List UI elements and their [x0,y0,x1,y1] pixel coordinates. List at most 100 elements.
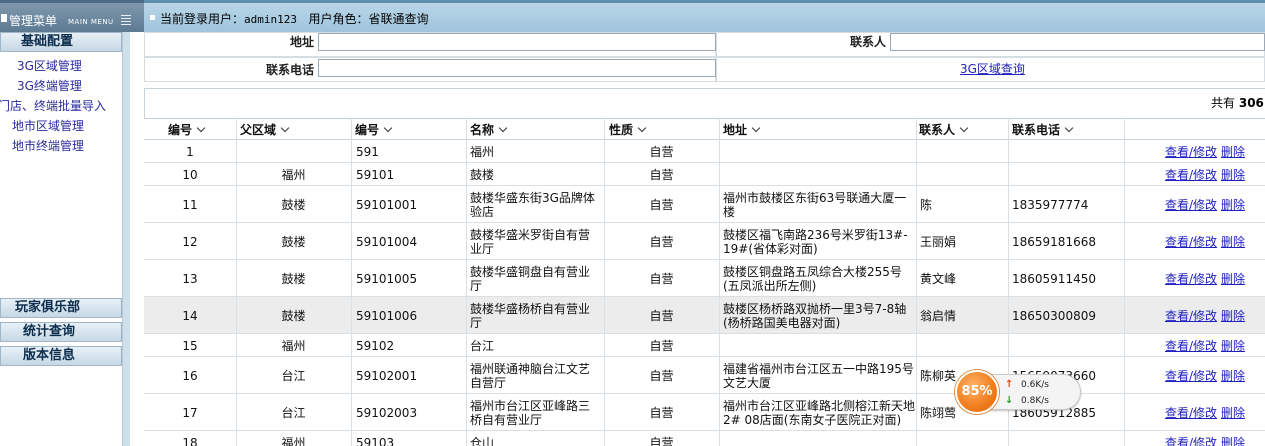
cell-name: 鼓楼华盛铜盘自有营业厅 [470,264,591,293]
sidebar-section-version[interactable]: 版本信息 [0,346,122,366]
view-edit-link[interactable]: 查看/修改 [1165,369,1217,383]
cell-code: 59102003 [356,405,418,420]
table-row[interactable]: 10 福州 59101 鼓楼 自营 查看/修改 删除 [144,163,1265,186]
table-row[interactable]: 16 台江 59102001 福州联通神脑台江文艺自营厅 自营 福建省福州市台江区五一中路… [144,357,1265,394]
delete-link[interactable]: 删除 [1221,198,1245,212]
delete-link[interactable]: 删除 [1221,369,1245,383]
cell-code: 59101001 [356,197,418,212]
cell-address: 鼓楼区杨桥路双抛桥一里3号7-8轴(杨桥路国美电器对面) [723,301,907,330]
cell-address: 福建省福州市台江区五一中路195号文艺大厦 [723,361,914,390]
sidebar-item-3g-area[interactable]: 3G区域管理 [17,58,82,74]
table-row[interactable]: 13 鼓楼 59101005 鼓楼华盛铜盘自有营业厅 自营 鼓楼区铜盘路五凤综合大楼255… [144,260,1265,297]
phone-label: 联系电话 [265,63,314,77]
delete-link[interactable]: 删除 [1221,235,1245,249]
cell-type: 自营 [649,271,674,286]
sidebar-section-statistics[interactable]: 统计查询 [0,322,122,342]
table-row[interactable]: 17 台江 59102003 福州市台江区亚峰路三桥自有营业厅 自营 福州市台江区亚峰路北… [144,394,1265,431]
delete-link[interactable]: 删除 [1221,309,1245,323]
cell-address: 福州市鼓楼区东街63号联通大厦一楼 [723,190,907,219]
view-edit-link[interactable]: 查看/修改 [1165,406,1217,420]
column-divider [916,118,917,446]
column-header-phone[interactable]: 联系电话 [1012,122,1074,138]
column-divider [466,118,467,446]
table-row[interactable]: 12 鼓楼 59101004 鼓楼华盛米罗街自有营业厅 自营 鼓楼区福飞南路236号米罗街… [144,223,1265,260]
delete-link[interactable]: 删除 [1221,406,1245,420]
column-header-parent[interactable]: 父区域 [240,122,290,138]
view-edit-link[interactable]: 查看/修改 [1165,168,1217,182]
view-edit-link[interactable]: 查看/修改 [1165,309,1217,323]
sidebar-section-basic-config[interactable]: 基础配置 [0,32,122,52]
column-header-code[interactable]: 编号 [355,122,393,138]
delete-link[interactable]: 删除 [1221,339,1245,353]
role-label: 用户角色： [308,12,369,26]
cell-address: 鼓楼区福飞南路236号米罗街13#-19#(省体彩对面) [723,227,908,256]
sidebar-section-player-club[interactable]: 玩家俱乐部 [0,298,122,318]
cell-code: 59103 [356,435,395,446]
phone-input[interactable] [318,59,716,77]
table-row[interactable]: 15 福州 59102 台江 自营 查看/修改 删除 [144,334,1265,357]
sidebar-scrollbar[interactable] [122,32,130,446]
cell-phone: 1835977774 [1012,197,1089,212]
cell-name: 鼓楼 [470,167,495,182]
delete-link[interactable]: 删除 [1221,436,1245,446]
sidebar-item-batch-import[interactable]: 门店、终端批量导入 [0,98,106,114]
sidebar-item-city-terminal[interactable]: 地市终端管理 [12,138,84,154]
cell-type: 自营 [649,338,674,353]
chevron-down-icon [751,123,761,133]
view-edit-link[interactable]: 查看/修改 [1165,339,1217,353]
delete-link[interactable]: 删除 [1221,145,1245,159]
chevron-down-icon [637,123,647,133]
cell-id: 10 [182,167,198,182]
cell-parent: 台江 [281,405,306,420]
3g-area-query-link[interactable]: 3G区域查询 [960,62,1025,76]
view-edit-link[interactable]: 查看/修改 [1165,272,1217,286]
cell-code: 59101004 [356,234,418,249]
total-number: 306 [1238,96,1264,110]
view-edit-link[interactable]: 查看/修改 [1165,235,1217,249]
cell-type: 自营 [649,368,674,383]
cell-type: 自营 [649,405,674,420]
view-edit-link[interactable]: 查看/修改 [1165,436,1217,446]
cell-id: 15 [182,338,198,353]
delete-link[interactable]: 删除 [1221,168,1245,182]
column-header-contact[interactable]: 联系人 [919,122,969,138]
address-label: 地址 [289,35,314,49]
cell-type: 自营 [649,435,674,446]
user-bullet-icon [150,15,155,20]
cell-parent: 鼓楼 [281,197,306,212]
cell-parent: 鼓楼 [281,234,306,249]
cell-type: 自营 [649,197,674,212]
top-bar: 管理菜单 MAIN MENU 当前登录用户：admin123 用户角色：省联通查… [0,0,1265,32]
cell-code: 59101 [356,167,395,182]
column-header-address[interactable]: 地址 [723,122,761,138]
cell-type: 自营 [649,234,674,249]
cpu-percent-ball[interactable]: 85% [955,370,999,414]
view-edit-link[interactable]: 查看/修改 [1165,145,1217,159]
cell-name: 台江 [470,338,495,353]
table-row[interactable]: 1 591 福州 自营 查看/修改 删除 [144,140,1265,163]
cell-code: 59101005 [356,271,418,286]
cell-parent: 鼓楼 [281,308,306,323]
cell-id: 16 [182,368,198,383]
collapse-menu-icon[interactable] [121,15,131,25]
column-header-type[interactable]: 性质 [609,122,647,138]
column-header-id[interactable]: 编号 [168,122,206,138]
table-row[interactable]: 18 福州 59103 仓山 自营 查看/修改 删除 [144,431,1265,446]
network-speed-widget[interactable]: 85% ↑ 0.6K/s ↓ 0.8K/s [953,370,1083,414]
cell-parent: 福州 [281,435,306,446]
cell-id: 12 [182,234,198,249]
menu-title: 管理菜单 [9,14,58,28]
sidebar-item-city-area[interactable]: 地市区域管理 [12,118,84,134]
menu-header: 管理菜单 MAIN MENU [0,0,144,32]
table-row[interactable]: 14 鼓楼 59101006 鼓楼华盛杨桥自有营业厅 自营 鼓楼区杨桥路双抛桥一里3号7-… [144,297,1265,334]
cell-name: 仓山 [470,435,495,446]
contact-input[interactable] [890,33,1265,51]
delete-link[interactable]: 删除 [1221,272,1245,286]
address-input[interactable] [318,33,716,51]
chevron-down-icon [959,123,969,133]
column-header-name[interactable]: 名称 [470,122,508,138]
column-divider [719,118,720,446]
view-edit-link[interactable]: 查看/修改 [1165,198,1217,212]
table-row[interactable]: 11 鼓楼 59101001 鼓楼华盛东街3G品牌体验店 自营 福州市鼓楼区东街63号联通… [144,186,1265,223]
sidebar-item-3g-terminal[interactable]: 3G终端管理 [17,78,82,94]
